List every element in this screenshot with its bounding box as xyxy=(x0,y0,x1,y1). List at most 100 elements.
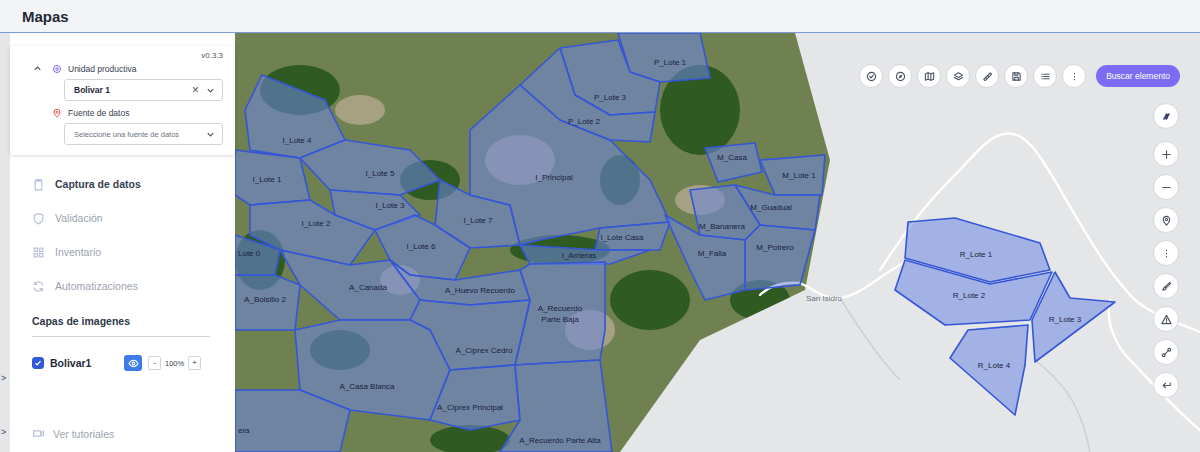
lot-label: I_Principal xyxy=(535,173,573,182)
more-vertical-icon xyxy=(1161,248,1172,259)
map-control-button[interactable] xyxy=(1153,306,1179,332)
check-icon xyxy=(33,358,43,368)
lot-label: M_Lote 1 xyxy=(782,171,816,180)
minor-road xyxy=(1035,360,1090,452)
layer-name: Bolivar1 xyxy=(50,357,124,369)
more-icon xyxy=(1069,71,1080,82)
toolbar-button[interactable] xyxy=(859,64,883,88)
lot-polygon[interactable] xyxy=(745,225,815,290)
toolbar-button[interactable] xyxy=(1033,64,1057,88)
layers-title: Capas de imagenes xyxy=(32,315,235,327)
source-placeholder: Seleccione una fuente de datos xyxy=(74,130,199,139)
map-control-button[interactable] xyxy=(1153,207,1179,233)
lot-polygon[interactable] xyxy=(520,48,655,142)
toolbar-button[interactable] xyxy=(1004,64,1028,88)
lot-polygon[interactable] xyxy=(595,222,670,250)
connect-icon xyxy=(1161,347,1172,358)
lot-polygon[interactable] xyxy=(235,390,350,452)
lot-polygon[interactable] xyxy=(515,262,605,365)
compass-icon xyxy=(895,71,906,82)
opacity-increase[interactable]: + xyxy=(188,356,201,370)
lot-label: A_Recuerdo xyxy=(538,304,583,313)
edge-marker[interactable]: > xyxy=(1,427,6,437)
unit-select[interactable]: Bolivar 1× xyxy=(64,79,223,101)
lot-label: A_Casa Blanca xyxy=(339,382,395,391)
edge-marker[interactable]: > xyxy=(1,373,6,383)
lot-polygon[interactable] xyxy=(430,365,520,430)
chevron-up-icon[interactable] xyxy=(32,63,43,74)
opacity-value: 100% xyxy=(165,359,184,368)
tutorials-link[interactable]: Ver tutoriales xyxy=(32,427,235,440)
lot-polygon[interactable] xyxy=(690,185,760,240)
map-control-button[interactable] xyxy=(1153,240,1179,266)
lot-polygon[interactable] xyxy=(280,250,420,320)
map-view[interactable]: I_Lote 4I_Lote 1I_Lote 5I_Lote 3I_Lote 2… xyxy=(0,33,1200,452)
list-icon xyxy=(1040,71,1051,82)
source-label: Fuente de datos xyxy=(68,108,129,118)
sidebar-item[interactable]: Validación xyxy=(32,201,235,235)
eye-icon xyxy=(128,358,139,369)
brush-icon xyxy=(1161,281,1172,292)
visibility-toggle[interactable] xyxy=(124,355,142,371)
lot-label: A_Ciprex Principal xyxy=(437,403,503,412)
lot-label: M_Potrero xyxy=(756,243,794,252)
opacity-decrease[interactable]: - xyxy=(148,356,161,370)
lot-label: P_Lote 1 xyxy=(654,58,687,67)
lot-polygon[interactable] xyxy=(950,325,1028,415)
lot-polygon[interactable] xyxy=(235,235,280,275)
search-button[interactable]: Buscar elemento xyxy=(1096,65,1180,87)
map-control-button[interactable] xyxy=(1153,174,1179,200)
maps-page: Mapas I_Lote 4I_Lote 1I_Lote 5I_Lote 3I_L… xyxy=(0,0,1200,452)
location-pin-icon xyxy=(1161,215,1172,226)
map-control-button[interactable] xyxy=(1153,273,1179,299)
road xyxy=(1109,300,1200,430)
unit-header[interactable]: Unidad productiva xyxy=(32,63,223,74)
lot-polygon[interactable] xyxy=(665,215,745,300)
pin-icon xyxy=(52,108,62,118)
lot-polygon[interactable] xyxy=(390,260,530,305)
lot-polygon[interactable] xyxy=(1032,272,1115,362)
lot-label: era xyxy=(238,426,250,435)
sidebar-item[interactable]: Automatizaciones xyxy=(32,269,235,303)
lot-label: I_Lote 2 xyxy=(302,219,331,228)
map-control-button[interactable] xyxy=(1153,103,1179,129)
unit-label: Unidad productiva xyxy=(68,64,137,74)
lot-label: P_Lote 3 xyxy=(594,93,627,102)
toolbar-button[interactable] xyxy=(917,64,941,88)
layer-checkbox[interactable] xyxy=(32,357,44,369)
image-layers: Capas de imagenes Bolivar1 -100% + xyxy=(32,315,235,371)
zoom-out-icon xyxy=(1161,182,1172,193)
lot-polygon[interactable] xyxy=(235,275,300,330)
toolbar-button[interactable] xyxy=(1062,64,1086,88)
lot-polygon[interactable] xyxy=(500,360,612,452)
map-control-button[interactable] xyxy=(1153,141,1179,167)
toolbar-button[interactable] xyxy=(946,64,970,88)
page-title: Mapas xyxy=(22,8,69,25)
lot-polygon[interactable] xyxy=(235,150,310,205)
lot-label: I_Lote 1 xyxy=(253,175,282,184)
source-select[interactable]: Seleccione una fuente de datos xyxy=(64,123,223,145)
lot-label: R_Lote 1 xyxy=(960,250,993,259)
return-icon xyxy=(1161,380,1172,391)
clear-button[interactable]: × xyxy=(192,84,199,96)
sidebar-item[interactable]: Captura de datos xyxy=(32,167,235,201)
map-control-button[interactable] xyxy=(1153,339,1179,365)
lot-label: Parte Baja xyxy=(541,315,579,324)
lot-polygon[interactable] xyxy=(705,143,762,182)
lot-polygon[interactable] xyxy=(895,260,1052,325)
ruler-icon xyxy=(982,71,993,82)
lot-label: M_Bananera xyxy=(699,222,745,231)
lot-polygon[interactable] xyxy=(760,155,825,195)
minor-road xyxy=(840,298,900,380)
lot-label: A_Huevo Recuerdo xyxy=(445,286,515,295)
layers-icon xyxy=(953,71,964,82)
toolbar-button[interactable] xyxy=(975,64,999,88)
toolbar-button[interactable] xyxy=(888,64,912,88)
sidebar-item[interactable]: Inventario xyxy=(32,235,235,269)
lot-label: M_Casa xyxy=(717,153,747,162)
lot-polygon[interactable] xyxy=(300,140,440,195)
compass-north-icon xyxy=(1161,111,1172,122)
lot-polygon[interactable] xyxy=(520,245,650,264)
orthophoto-layer xyxy=(235,33,830,452)
map-control-button[interactable] xyxy=(1153,372,1179,398)
